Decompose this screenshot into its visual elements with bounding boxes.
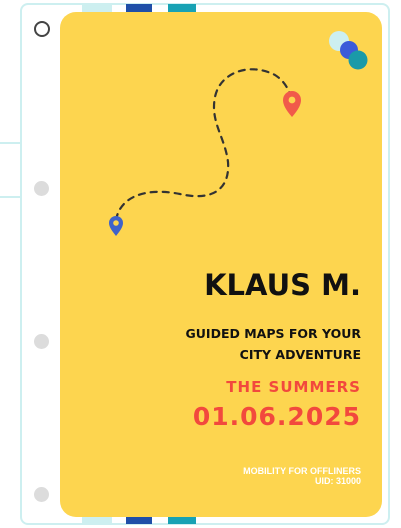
cover-card: [60, 12, 382, 517]
footer-line-1: MOBILITY FOR OFFLINERS: [243, 466, 361, 476]
tagline-line-1: GUIDED MAPS FOR YOUR: [185, 326, 361, 341]
footer-line-2: UID: 31000: [314, 476, 361, 486]
footer-info: MOBILITY FOR OFFLINERS UID: 31000: [243, 466, 361, 486]
top-tab-teal: [168, 4, 196, 12]
binder-hole: [34, 487, 49, 502]
season-label: THE SUMMERS: [226, 378, 361, 396]
binder-hole: [34, 334, 49, 349]
top-tab-light: [82, 4, 112, 12]
bottom-tab-light: [82, 516, 112, 524]
three-dots-logo: [329, 31, 368, 70]
guide-line-top: [0, 142, 22, 144]
bottom-tab-blue: [126, 516, 152, 524]
top-tab-blue: [126, 4, 152, 12]
binder-hole: [34, 181, 49, 196]
tagline-line-2: CITY ADVENTURE: [239, 347, 361, 362]
date-label: 01.06.2025: [192, 402, 361, 431]
guide-line-bottom: [0, 196, 22, 198]
tagline: GUIDED MAPS FOR YOUR CITY ADVENTURE: [121, 323, 361, 365]
bottom-tab-teal: [168, 516, 196, 524]
traveler-name: KLAUS M.: [204, 268, 361, 302]
binder-ring-hole: [34, 21, 50, 37]
